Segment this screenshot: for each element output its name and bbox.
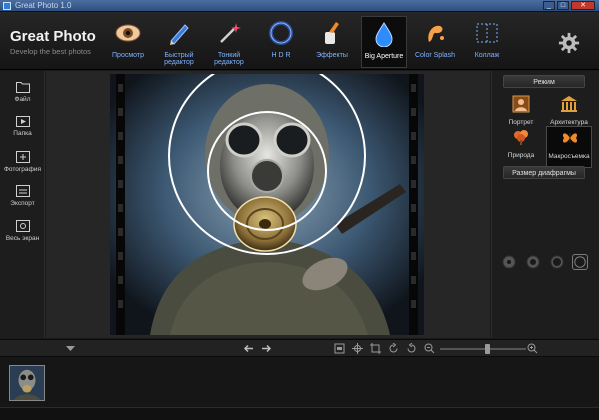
status-bar [0,407,599,420]
add-photo-icon [16,151,30,163]
collage-icon [476,23,498,43]
maximize-button[interactable]: □ [557,1,569,10]
zoom-slider-track[interactable] [440,348,526,350]
ring-icon [269,21,293,45]
title-bar: Great Photo 1.0 _ □ ✕ [0,0,599,12]
tool-effects[interactable]: Эффекты [310,16,354,68]
mode-label: Портрет [508,119,534,126]
photo-thumbnail[interactable] [9,365,45,401]
eye-icon [115,24,141,42]
arrow-right-icon[interactable] [261,343,272,354]
mode-header: Режим [503,75,585,88]
tool-color-splash[interactable]: Color Splash [412,16,458,68]
left-sidebar: Файл Папка Фотография Экспорт Весь экран [0,71,45,338]
tool-quick-edit[interactable]: Быстрый редактор [157,16,201,68]
tool-big-aperture[interactable]: Big Aperture [361,16,407,68]
tool-label: Быстрый редактор [164,52,194,66]
window-title: Great Photo 1.0 [15,1,72,10]
water-drop-icon [375,22,393,47]
sidebar-item-label: Фотография [3,166,42,173]
arrow-left-icon[interactable] [243,343,254,354]
tool-hdr[interactable]: H D R [259,16,303,68]
building-icon [561,96,577,112]
zoom-in-icon[interactable] [527,343,538,354]
zoom-slider-thumb[interactable] [485,344,491,354]
close-button[interactable]: ✕ [571,1,595,10]
aperture-medium-icon[interactable] [525,254,541,270]
butterfly-icon [562,133,578,143]
aperture-xlarge-icon[interactable] [572,254,588,270]
tool-collage[interactable]: Коллаж [465,16,509,68]
sidebar-item-label: Экспорт [10,200,35,207]
export-icon [16,185,30,197]
sidebar-item-file[interactable]: Файл [0,77,45,109]
sidebar-item-fullscreen[interactable]: Весь экран [0,216,45,248]
minimize-button[interactable]: _ [543,1,555,10]
brand-name: Great Photo [10,28,96,45]
sidebar-item-label: Файл [14,96,31,103]
tool-fine-edit[interactable]: Тонкий редактор [207,16,251,68]
control-bar [0,339,599,357]
mode-label: Макросъемка [548,153,590,160]
tool-label: Просмотр [112,52,144,59]
folder-icon [16,82,30,93]
rotate-left-icon[interactable] [406,343,417,354]
brush-icon [325,22,339,44]
main-toolbar: Great Photo Develop the best photos Прос… [0,12,599,70]
mode-macro[interactable]: Макросъемка [546,126,592,168]
crop-icon[interactable] [370,343,381,354]
tool-label: Тонкий редактор [214,52,244,66]
tool-label: Эффекты [316,52,348,59]
brand: Great Photo Develop the best photos [10,28,96,56]
splash-icon [428,25,444,42]
mode-label: Природа [507,152,535,159]
actual-size-icon[interactable] [334,343,345,354]
tool-label: Big Aperture [364,53,404,60]
rotate-right-icon[interactable] [388,343,399,354]
folder-play-icon [16,116,30,127]
mode-nature[interactable]: Природа [498,126,544,168]
gear-icon[interactable] [558,32,580,54]
portrait-icon [512,95,530,113]
fit-center-icon[interactable] [352,343,363,354]
triangle-down-icon[interactable] [65,343,76,354]
aperture-header: Размер диафрагмы [503,166,585,179]
sidebar-item-photo[interactable]: Фотография [0,147,45,179]
photo-canvas[interactable] [110,74,424,335]
tool-label: Color Splash [414,52,456,59]
mode-label: Архитектура [550,119,588,126]
tree-icon [514,130,528,145]
filmstrip [0,357,599,407]
tool-label: H D R [271,52,291,59]
tool-label: Коллаж [474,52,500,59]
sidebar-item-label: Весь экран [5,235,40,242]
aperture-large-icon[interactable] [549,254,565,270]
zoom-out-icon[interactable] [424,343,435,354]
sidebar-item-export[interactable]: Экспорт [0,181,45,213]
fullscreen-icon [16,220,30,232]
tool-preview[interactable]: Просмотр [106,16,150,68]
app-icon [3,2,11,10]
brand-tagline: Develop the best photos [10,47,91,56]
sidebar-item-folder[interactable]: Папка [0,111,45,143]
sidebar-item-label: Папка [13,130,32,137]
right-panel: Режим Портрет Архитектура Природа Макрос… [491,71,599,338]
aperture-small-icon[interactable] [501,254,517,270]
pencil-icon [170,24,189,45]
magic-wand-icon [220,23,241,43]
